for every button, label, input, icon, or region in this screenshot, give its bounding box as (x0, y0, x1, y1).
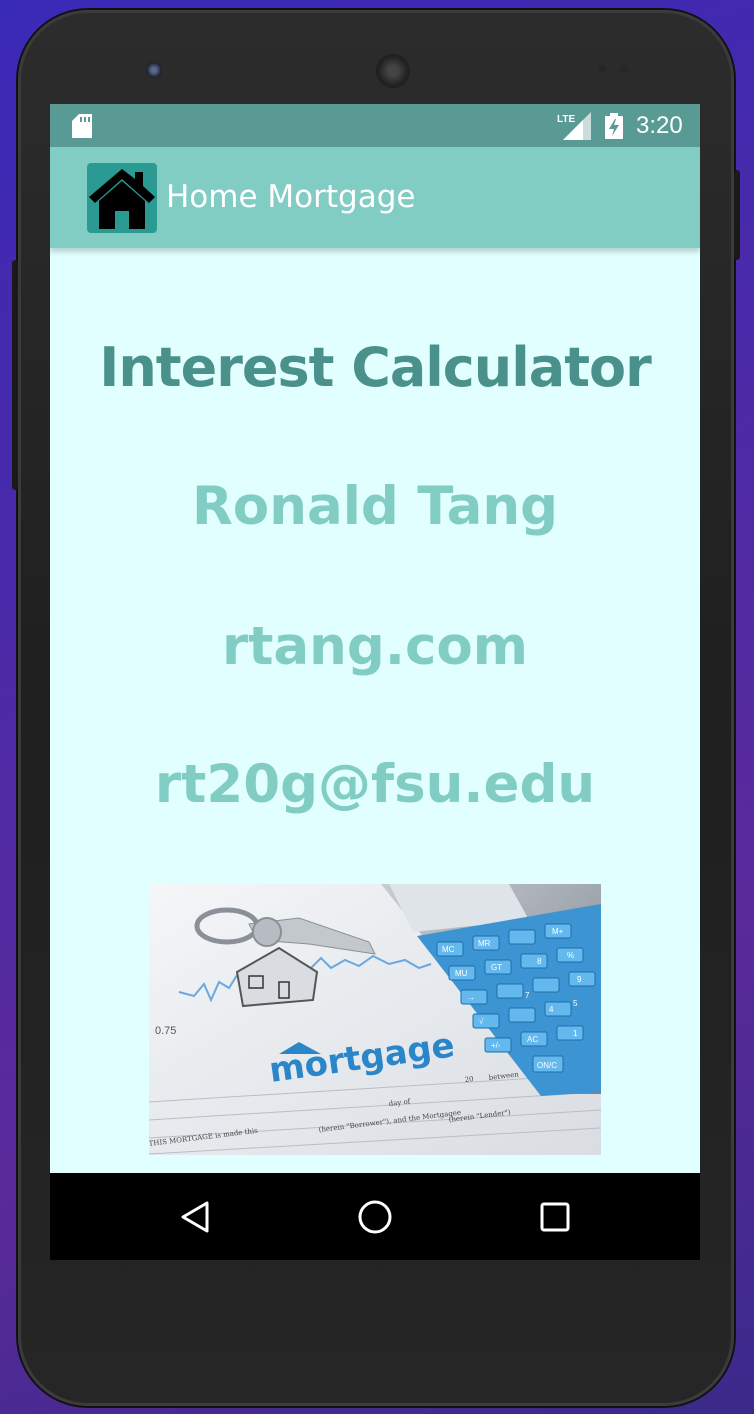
proximity-sensor (598, 65, 606, 73)
phone-frame: LTE 3:20 Home Mortgage Interest Calculat… (12, 10, 740, 1406)
calc-key-label: 7 (525, 991, 530, 1000)
calc-key-label: MC (442, 945, 455, 954)
signal-icon: LTE (557, 112, 591, 140)
calc-key-label: M+ (552, 927, 564, 936)
navigation-bar (50, 1173, 700, 1260)
recents-icon[interactable] (531, 1193, 579, 1241)
sd-card-icon (72, 114, 92, 138)
status-bar: LTE 3:20 (50, 104, 700, 147)
front-camera (146, 62, 162, 78)
device-screen: LTE 3:20 Home Mortgage Interest Calculat… (50, 104, 700, 1260)
light-sensor (620, 65, 628, 73)
power-button (734, 170, 740, 260)
earpiece-speaker (376, 54, 410, 88)
house-icon (87, 163, 157, 233)
calc-key-label: √ (479, 1017, 484, 1026)
calc-key-label: 1 (573, 1029, 578, 1038)
doc-number: 0.75 (155, 1025, 176, 1037)
calc-key-label: 9 (577, 975, 582, 984)
author-website: rtang.com (221, 616, 529, 677)
author-name: Ronald Tang (191, 476, 559, 537)
volume-button (12, 260, 18, 490)
home-icon[interactable] (351, 1193, 399, 1241)
battery-charging-icon (605, 113, 623, 139)
network-type-label: LTE (557, 114, 575, 125)
calc-key-label: 4 (549, 1005, 554, 1014)
doc-text: 20 (464, 1075, 474, 1084)
mortgage-photo: 0.75 MC MR M+ % MU GT 8 9 7 4 5 1 AC ON/… (149, 884, 601, 1155)
page-title: Interest Calculator (99, 336, 652, 399)
calc-key-label: → (467, 993, 475, 1002)
status-time: 3:20 (636, 112, 683, 139)
calc-key-label: MU (455, 969, 468, 978)
calc-key-label: +/- (491, 1041, 501, 1050)
main-content: Interest Calculator Ronald Tang rtang.co… (50, 248, 700, 1173)
calc-key-label: ON/C (537, 1061, 557, 1070)
calc-key-label: GT (491, 963, 502, 972)
calc-key-label: 8 (537, 957, 542, 966)
mortgage-illustration: 0.75 MC MR M+ % MU GT 8 9 7 4 5 1 AC ON/… (149, 884, 601, 1155)
calc-key-label: AC (527, 1035, 538, 1044)
calc-key-label: MR (478, 939, 491, 948)
app-bar: Home Mortgage (50, 147, 700, 248)
calc-key-label: 5 (573, 999, 578, 1008)
author-email: rt20g@fsu.edu (154, 754, 596, 815)
app-title: Home Mortgage (166, 179, 416, 215)
calc-key-label: % (567, 951, 574, 960)
back-icon[interactable] (171, 1193, 219, 1241)
